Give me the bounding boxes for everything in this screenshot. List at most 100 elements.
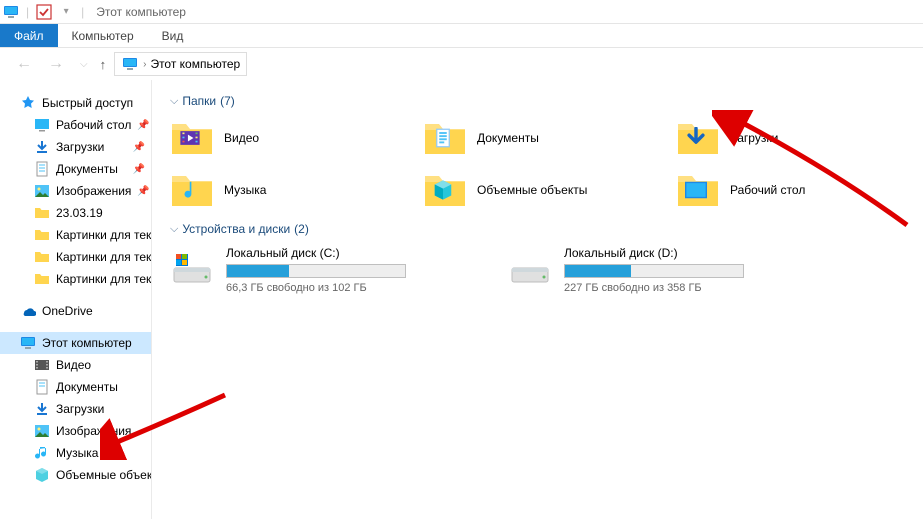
folder-icon [34, 249, 50, 265]
folder-music[interactable]: Музыка [170, 170, 405, 210]
folder-icon [423, 170, 467, 210]
folder-icon [34, 227, 50, 243]
folder-icon [676, 170, 720, 210]
document-icon [34, 379, 50, 395]
picture-icon [34, 183, 50, 199]
pin-icon: 📌 [137, 120, 149, 131]
desktop-icon [34, 117, 50, 133]
navigation-pane[interactable]: Быстрый доступ Рабочий стол📌 Загрузки📌 Д… [0, 80, 152, 519]
sidebar-pc-3d-objects[interactable]: Объемные объекты [0, 464, 151, 486]
checkbox-icon[interactable] [35, 3, 53, 21]
download-arrow-icon [34, 401, 50, 417]
section-header-drives[interactable]: ⌵ Устройства и диски (2) [170, 222, 911, 236]
folder-desktop[interactable]: Рабочий стол [676, 170, 911, 210]
sidebar-onedrive[interactable]: OneDrive [0, 300, 151, 322]
label: Изображения [56, 184, 131, 198]
drive-d[interactable]: Локальный диск (D:) 227 ГБ свободно из 3… [508, 246, 788, 294]
breadcrumb-root[interactable]: Этот компьютер [150, 57, 240, 71]
label: Загрузки [56, 402, 104, 416]
folder-icon [170, 118, 214, 158]
chevron-right-icon[interactable]: › [143, 59, 146, 70]
history-dropdown-icon[interactable]: ⌵ [76, 59, 92, 70]
titlebar: | ▾ | Этот компьютер [0, 0, 923, 24]
download-arrow-icon [34, 139, 50, 155]
chevron-down-icon: ⌵ [170, 95, 178, 108]
star-icon [20, 95, 36, 111]
folder-downloads[interactable]: Загрузки [676, 118, 911, 158]
sidebar-qa-documents[interactable]: Документы📌 [0, 158, 151, 180]
sidebar-pc-videos[interactable]: Видео [0, 354, 151, 376]
label: Устройства и диски [182, 222, 290, 236]
sidebar-qa-pics1[interactable]: Картинки для текст [0, 224, 151, 246]
label: Рабочий стол [56, 118, 131, 132]
separator: | [26, 5, 29, 19]
sidebar-qa-pics2[interactable]: Картинки для текст [0, 246, 151, 268]
sidebar-qa-downloads[interactable]: Загрузки 📌 [0, 136, 151, 158]
label: Картинки для текст [56, 250, 152, 264]
label: Видео [224, 131, 259, 145]
drive-icon [508, 246, 552, 290]
sidebar-qa-desktop[interactable]: Рабочий стол 📌 [0, 114, 151, 136]
sidebar-pc-documents[interactable]: Документы [0, 376, 151, 398]
usage-fill [227, 265, 289, 277]
drive-name: Локальный диск (C:) [226, 246, 490, 260]
label: Музыка [56, 446, 98, 460]
separator: | [81, 5, 84, 19]
label: Объемные объекты [56, 468, 152, 482]
folder-documents[interactable]: Документы [423, 118, 658, 158]
usage-bar [564, 264, 744, 278]
forward-button[interactable]: → [44, 55, 68, 73]
label: 23.03.19 [56, 206, 103, 220]
label: Документы [56, 162, 118, 176]
tab-view[interactable]: Вид [148, 24, 198, 47]
content-area: ⌵ Папки (7) Видео Документы [152, 80, 923, 519]
sidebar-qa-pics3[interactable]: Картинки для текст [0, 268, 151, 290]
folder-videos[interactable]: Видео [170, 118, 405, 158]
sidebar-pc-music[interactable]: Музыка [0, 442, 151, 464]
label: Изображения [56, 424, 131, 438]
back-button[interactable]: ← [12, 55, 36, 73]
sidebar-this-pc[interactable]: Этот компьютер [0, 332, 151, 354]
section-header-folders[interactable]: ⌵ Папки (7) [170, 94, 911, 108]
pin-icon: 📌 [133, 142, 145, 153]
label: Видео [56, 358, 91, 372]
label: Картинки для текст [56, 228, 152, 242]
address-bar: ← → ⌵ ↑ › Этот компьютер [0, 48, 923, 80]
monitor-icon [121, 55, 139, 73]
sidebar-pc-pictures[interactable]: Изображения [0, 420, 151, 442]
window-title: Этот компьютер [96, 5, 186, 19]
label: OneDrive [42, 304, 93, 318]
label: Загрузки [56, 140, 104, 154]
music-note-icon [34, 445, 50, 461]
picture-icon [34, 423, 50, 439]
tab-computer[interactable]: Компьютер [58, 24, 148, 47]
usage-bar [226, 264, 406, 278]
sidebar-quick-access[interactable]: Быстрый доступ [0, 92, 151, 114]
label: Музыка [224, 183, 266, 197]
up-button[interactable]: ↑ [100, 57, 107, 72]
label: Объемные объекты [477, 183, 587, 197]
tab-file[interactable]: Файл [0, 24, 58, 47]
label: Быстрый доступ [42, 96, 133, 110]
label: Документы [477, 131, 539, 145]
sidebar-pc-downloads[interactable]: Загрузки [0, 398, 151, 420]
usage-fill [565, 265, 631, 277]
label: Документы [56, 380, 118, 394]
count: (2) [294, 222, 309, 236]
label: Рабочий стол [730, 183, 805, 197]
monitor-icon [20, 335, 36, 351]
free-space: 66,3 ГБ свободно из 102 ГБ [226, 282, 490, 294]
folder-icon [34, 205, 50, 221]
count: (7) [220, 94, 235, 108]
onedrive-icon [20, 303, 36, 319]
drive-c[interactable]: Локальный диск (C:) 66,3 ГБ свободно из … [170, 246, 490, 294]
monitor-icon [2, 3, 20, 21]
qat-dropdown-icon[interactable]: ▾ [57, 3, 75, 21]
cube-icon [34, 467, 50, 483]
sidebar-qa-pictures[interactable]: Изображения📌 [0, 180, 151, 202]
address-box[interactable]: › Этот компьютер [114, 52, 247, 76]
sidebar-qa-date-folder[interactable]: 23.03.19 [0, 202, 151, 224]
document-icon [34, 161, 50, 177]
label: Картинки для текст [56, 272, 152, 286]
folder-3d-objects[interactable]: Объемные объекты [423, 170, 658, 210]
